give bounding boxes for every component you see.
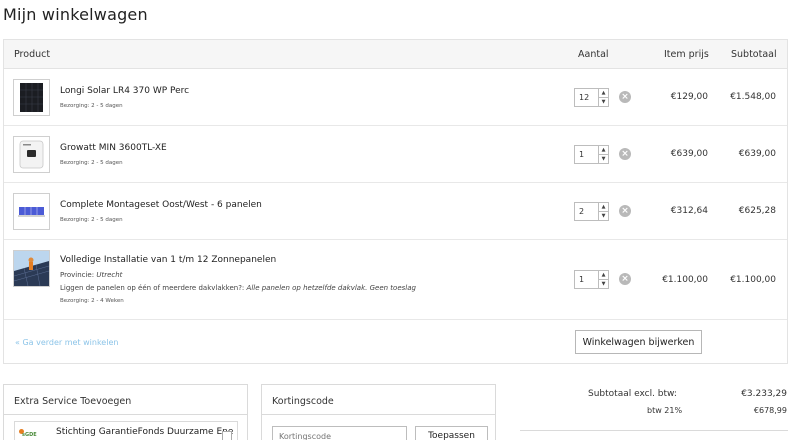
header-item-price: Item prijs	[664, 49, 709, 60]
subtotal-value: €3.233,29	[741, 389, 787, 399]
cart-row: Complete Montageset Oost/West - 6 panele…	[4, 183, 787, 240]
quantity-stepper[interactable]: 12 ▲ ▼	[574, 88, 609, 107]
continue-shopping-link[interactable]: « Ga verder met winkelen	[15, 338, 118, 347]
product-name[interactable]: Complete Montageset Oost/West - 6 panele…	[60, 200, 262, 210]
installation-photo-icon	[13, 251, 50, 287]
item-subtotal: €625,28	[738, 206, 776, 216]
province-value: Utrecht	[96, 271, 123, 279]
quantity-value[interactable]: 12	[579, 93, 589, 102]
chevron-down-icon[interactable]: ▼	[599, 154, 608, 162]
inverter-icon	[19, 140, 44, 169]
solar-panel-icon	[20, 83, 43, 112]
header-subtotal: Subtotaal	[731, 49, 777, 60]
chevron-up-icon[interactable]: ▲	[599, 89, 608, 97]
item-price: €639,00	[670, 149, 708, 159]
cart-row: Growatt MIN 3600TL-XE Bezorging: 2 - 5 d…	[4, 126, 787, 183]
chevron-down-icon[interactable]: ▼	[599, 211, 608, 219]
delivery-info: Bezorging: 2 - 5 dagen	[60, 160, 123, 166]
chevron-down-icon[interactable]: ▼	[599, 279, 608, 287]
quantity-value[interactable]: 1	[579, 150, 584, 159]
roof-question-answer: Alle panelen op hetzelfde dakvlak. Geen …	[246, 284, 416, 292]
product-name[interactable]: Growatt MIN 3600TL-XE	[60, 143, 167, 153]
quantity-spinner[interactable]: ▲ ▼	[598, 146, 608, 163]
quantity-value[interactable]: 2	[579, 207, 584, 216]
product-name[interactable]: Volledige Installatie van 1 t/m 12 Zonne…	[60, 255, 276, 265]
discount-code-input[interactable]	[272, 426, 407, 440]
quantity-stepper[interactable]: 2 ▲ ▼	[574, 202, 609, 221]
header-product: Product	[14, 49, 51, 60]
product-thumbnail[interactable]	[13, 79, 50, 116]
delivery-info: Bezorging: 2 - 4 Weken	[60, 298, 124, 304]
update-cart-button[interactable]: Winkelwagen bijwerken	[575, 330, 702, 354]
extra-service-panel: Extra Service Toevoegen sGDE Stichting G…	[3, 384, 248, 440]
item-subtotal: €1.548,00	[730, 92, 776, 102]
remove-item-icon[interactable]: ×	[619, 148, 631, 160]
vat-value: €678,99	[753, 406, 787, 415]
totals-divider	[520, 430, 788, 431]
province-label: Provincie:	[60, 271, 95, 279]
chevron-up-icon[interactable]: ▲	[599, 271, 608, 279]
chevron-down-icon[interactable]: ▼	[599, 97, 608, 105]
remove-item-icon[interactable]: ×	[619, 91, 631, 103]
product-thumbnail[interactable]	[13, 136, 50, 173]
panel-divider	[4, 414, 247, 415]
item-subtotal: €1.100,00	[730, 275, 776, 285]
mounting-set-icon	[18, 207, 45, 217]
extra-service-title: Extra Service Toevoegen	[14, 396, 132, 407]
discount-title: Kortingscode	[272, 396, 334, 407]
item-price: €1.100,00	[662, 275, 708, 285]
delivery-info: Bezorging: 2 - 5 dagen	[60, 217, 123, 223]
sgde-logo-text: sGDE	[22, 432, 37, 438]
subtotal-label: Subtotaal excl. btw:	[588, 389, 677, 399]
cart-table: Product Aantal Item prijs Subtotaal Long…	[3, 39, 788, 364]
chevron-up-icon[interactable]: ▲	[599, 146, 608, 154]
quantity-stepper[interactable]: 1 ▲ ▼	[574, 270, 609, 289]
quantity-spinner[interactable]: ▲ ▼	[598, 271, 608, 288]
item-price: €129,00	[670, 92, 708, 102]
cart-row: Longi Solar LR4 370 WP Perc Bezorging: 2…	[4, 69, 787, 126]
quantity-spinner[interactable]: ▲ ▼	[598, 89, 608, 106]
product-thumbnail[interactable]	[13, 193, 50, 230]
roof-question: Liggen de panelen op één of meerdere dak…	[60, 284, 416, 292]
extra-service-option[interactable]: sGDE Stichting GarantieFonds Duurzame En…	[14, 421, 238, 440]
quantity-stepper[interactable]: 1 ▲ ▼	[574, 145, 609, 164]
header-quantity: Aantal	[578, 49, 609, 60]
remove-item-icon[interactable]: ×	[619, 205, 631, 217]
vat-label: btw 21%	[647, 406, 683, 415]
extra-service-checkbox[interactable]	[222, 431, 232, 440]
item-price: €312,64	[670, 206, 708, 216]
quantity-spinner[interactable]: ▲ ▼	[598, 203, 608, 220]
province-info: Provincie: Utrecht	[60, 271, 122, 279]
delivery-info: Bezorging: 2 - 5 dagen	[60, 103, 123, 109]
cart-row: Volledige Installatie van 1 t/m 12 Zonne…	[4, 240, 787, 320]
extra-service-label[interactable]: Stichting GarantieFonds Duurzame Ene	[56, 427, 233, 437]
cart-table-header: Product Aantal Item prijs Subtotaal	[4, 40, 787, 69]
panel-divider	[262, 414, 495, 415]
chevron-up-icon[interactable]: ▲	[599, 203, 608, 211]
roof-question-label: Liggen de panelen op één of meerdere dak…	[60, 284, 245, 292]
remove-item-icon[interactable]: ×	[619, 273, 631, 285]
apply-discount-button[interactable]: Toepassen	[415, 426, 488, 440]
quantity-value[interactable]: 1	[579, 275, 584, 284]
discount-panel: Kortingscode Toepassen	[261, 384, 496, 440]
page-title: Mijn winkelwagen	[3, 5, 148, 24]
item-subtotal: €639,00	[738, 149, 776, 159]
product-name[interactable]: Longi Solar LR4 370 WP Perc	[60, 86, 189, 96]
sgde-logo: sGDE	[19, 427, 39, 440]
product-thumbnail[interactable]	[13, 250, 50, 287]
